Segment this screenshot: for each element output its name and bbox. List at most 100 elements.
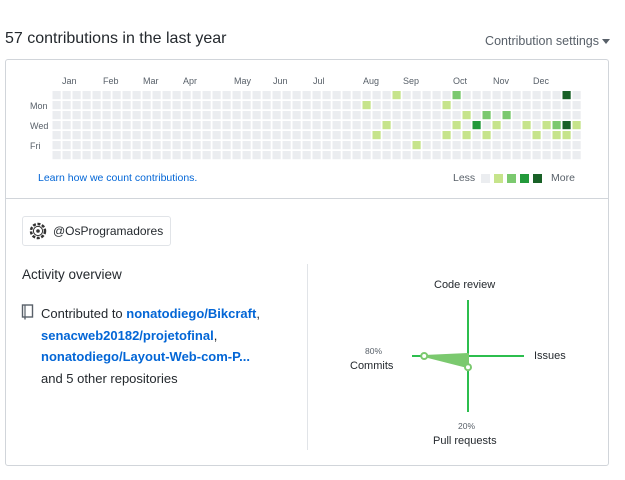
contribution-day[interactable] — [282, 141, 291, 150]
contribution-day[interactable] — [502, 151, 511, 160]
contribution-day[interactable] — [172, 101, 181, 110]
contribution-day[interactable] — [162, 151, 171, 160]
contribution-day[interactable] — [112, 121, 121, 130]
contribution-day[interactable] — [132, 121, 141, 130]
contribution-day[interactable] — [562, 111, 571, 120]
contribution-day[interactable] — [552, 121, 561, 130]
contribution-day[interactable] — [412, 111, 421, 120]
contribution-day[interactable] — [332, 131, 341, 140]
contribution-day[interactable] — [82, 121, 91, 130]
repo-link[interactable]: senacweb20182/projetofinal — [41, 328, 214, 343]
contribution-day[interactable] — [572, 131, 581, 140]
contribution-day[interactable] — [182, 91, 191, 100]
contribution-day[interactable] — [202, 111, 211, 120]
contribution-day[interactable] — [252, 101, 261, 110]
contribution-day[interactable] — [412, 91, 421, 100]
contribution-day[interactable] — [452, 151, 461, 160]
contribution-day[interactable] — [522, 91, 531, 100]
contribution-day[interactable] — [332, 121, 341, 130]
contribution-day[interactable] — [262, 151, 271, 160]
contribution-day[interactable] — [512, 131, 521, 140]
contribution-day[interactable] — [122, 141, 131, 150]
contribution-day[interactable] — [162, 141, 171, 150]
contribution-day[interactable] — [222, 101, 231, 110]
contribution-day[interactable] — [492, 111, 501, 120]
contribution-day[interactable] — [312, 91, 321, 100]
contribution-day[interactable] — [332, 111, 341, 120]
contribution-day[interactable] — [362, 121, 371, 130]
contribution-day[interactable] — [442, 151, 451, 160]
contribution-day[interactable] — [152, 91, 161, 100]
contribution-day[interactable] — [492, 151, 501, 160]
contribution-day[interactable] — [302, 121, 311, 130]
contribution-day[interactable] — [102, 131, 111, 140]
contribution-day[interactable] — [52, 121, 61, 130]
contribution-day[interactable] — [282, 131, 291, 140]
contribution-day[interactable] — [482, 141, 491, 150]
contribution-day[interactable] — [232, 91, 241, 100]
contribution-day[interactable] — [412, 141, 421, 150]
contribution-day[interactable] — [142, 91, 151, 100]
contribution-day[interactable] — [252, 121, 261, 130]
contribution-day[interactable] — [312, 121, 321, 130]
contribution-day[interactable] — [542, 101, 551, 110]
contribution-day[interactable] — [322, 101, 331, 110]
contribution-day[interactable] — [302, 91, 311, 100]
contribution-day[interactable] — [302, 141, 311, 150]
contribution-day[interactable] — [282, 91, 291, 100]
contribution-day[interactable] — [362, 111, 371, 120]
contribution-day[interactable] — [92, 91, 101, 100]
contribution-day[interactable] — [292, 131, 301, 140]
contribution-day[interactable] — [162, 111, 171, 120]
contribution-day[interactable] — [552, 91, 561, 100]
contribution-day[interactable] — [552, 101, 561, 110]
contribution-day[interactable] — [122, 131, 131, 140]
contribution-day[interactable] — [52, 151, 61, 160]
contribution-day[interactable] — [242, 141, 251, 150]
contribution-day[interactable] — [242, 131, 251, 140]
contribution-day[interactable] — [522, 151, 531, 160]
contribution-day[interactable] — [472, 91, 481, 100]
contribution-day[interactable] — [462, 121, 471, 130]
contribution-day[interactable] — [512, 111, 521, 120]
contribution-day[interactable] — [242, 151, 251, 160]
contribution-day[interactable] — [162, 121, 171, 130]
contribution-day[interactable] — [212, 141, 221, 150]
contribution-day[interactable] — [102, 91, 111, 100]
contribution-day[interactable] — [182, 111, 191, 120]
contribution-day[interactable] — [322, 111, 331, 120]
contribution-day[interactable] — [82, 101, 91, 110]
contribution-day[interactable] — [302, 151, 311, 160]
contribution-day[interactable] — [532, 131, 541, 140]
contribution-day[interactable] — [152, 111, 161, 120]
contribution-day[interactable] — [512, 101, 521, 110]
contribution-day[interactable] — [262, 141, 271, 150]
contribution-day[interactable] — [562, 91, 571, 100]
contribution-day[interactable] — [562, 101, 571, 110]
contribution-day[interactable] — [102, 111, 111, 120]
contribution-day[interactable] — [192, 151, 201, 160]
contribution-day[interactable] — [262, 91, 271, 100]
org-filter-button[interactable]: @OsProgramadores — [22, 216, 171, 246]
contribution-day[interactable] — [162, 91, 171, 100]
contribution-day[interactable] — [192, 91, 201, 100]
contribution-day[interactable] — [372, 101, 381, 110]
contribution-day[interactable] — [502, 141, 511, 150]
contribution-day[interactable] — [222, 141, 231, 150]
contribution-day[interactable] — [452, 111, 461, 120]
contribution-day[interactable] — [452, 121, 461, 130]
contribution-day[interactable] — [222, 151, 231, 160]
contribution-day[interactable] — [92, 101, 101, 110]
contribution-day[interactable] — [242, 91, 251, 100]
contribution-day[interactable] — [522, 131, 531, 140]
contribution-day[interactable] — [422, 121, 431, 130]
contribution-day[interactable] — [452, 101, 461, 110]
contribution-day[interactable] — [112, 151, 121, 160]
contribution-day[interactable] — [442, 111, 451, 120]
contribution-day[interactable] — [272, 141, 281, 150]
contribution-day[interactable] — [382, 91, 391, 100]
contribution-day[interactable] — [392, 91, 401, 100]
contribution-day[interactable] — [142, 141, 151, 150]
contribution-day[interactable] — [552, 151, 561, 160]
contribution-day[interactable] — [472, 141, 481, 150]
